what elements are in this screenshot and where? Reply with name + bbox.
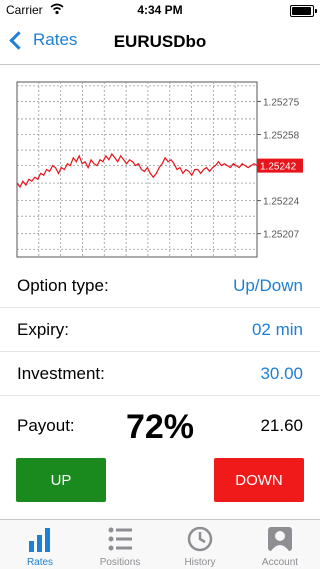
status-time: 4:34 PM — [137, 3, 183, 17]
navigation-bar: Rates EURUSDbo — [0, 20, 320, 65]
tab-history-label: History — [184, 557, 216, 568]
tab-positions[interactable]: Positions — [80, 520, 160, 569]
person-icon — [268, 527, 292, 551]
tab-positions-label: Positions — [99, 557, 141, 568]
payout-row: Payout: 72% 21.60 — [0, 404, 320, 448]
price-chart[interactable]: 1.25275 1.25258 1.25224 1.25207 1.25242 — [0, 64, 320, 274]
tab-account-label: Account — [261, 557, 299, 568]
list-icon — [108, 527, 132, 551]
divider — [0, 395, 320, 396]
option-type-value[interactable]: Up/Down — [233, 276, 303, 296]
battery-icon — [290, 5, 317, 17]
tab-rates[interactable]: Rates — [0, 520, 80, 569]
down-button[interactable]: DOWN — [214, 458, 304, 502]
plot-border — [16, 81, 258, 258]
tab-rates-label: Rates — [26, 557, 54, 568]
tab-account[interactable]: Account — [240, 520, 320, 569]
investment-value[interactable]: 30.00 — [260, 364, 303, 384]
investment-row[interactable]: Investment: 30.00 — [0, 352, 320, 396]
payout-amount: 21.60 — [260, 416, 303, 435]
expiry-label: Expiry: — [17, 320, 69, 339]
y-tick-label: 1.25224 — [263, 197, 300, 208]
bar-chart-icon — [29, 528, 50, 552]
tab-history[interactable]: History — [160, 520, 240, 569]
option-type-row[interactable]: Option type: Up/Down — [0, 264, 320, 308]
tab-bar: Rates Positions History Account — [0, 519, 320, 569]
y-tick-label: 1.25258 — [263, 131, 300, 142]
page-title: EURUSDbo — [113, 32, 207, 51]
price-chart-svg: 1.25275 1.25258 1.25224 1.25207 1.25242 — [16, 81, 303, 258]
current-price-label: 1.25242 — [260, 162, 297, 173]
expiry-value[interactable]: 02 min — [252, 320, 303, 340]
clock-icon — [187, 526, 213, 552]
y-tick-label: 1.25207 — [263, 230, 300, 241]
status-bar: Carrier 4:34 PM — [0, 0, 320, 20]
y-tick-label: 1.25275 — [263, 97, 300, 108]
up-button[interactable]: UP — [16, 458, 106, 502]
investment-label: Investment: — [17, 364, 105, 383]
expiry-row[interactable]: Expiry: 02 min — [0, 308, 320, 352]
option-type-label: Option type: — [17, 276, 109, 295]
price-series-line — [16, 152, 258, 189]
